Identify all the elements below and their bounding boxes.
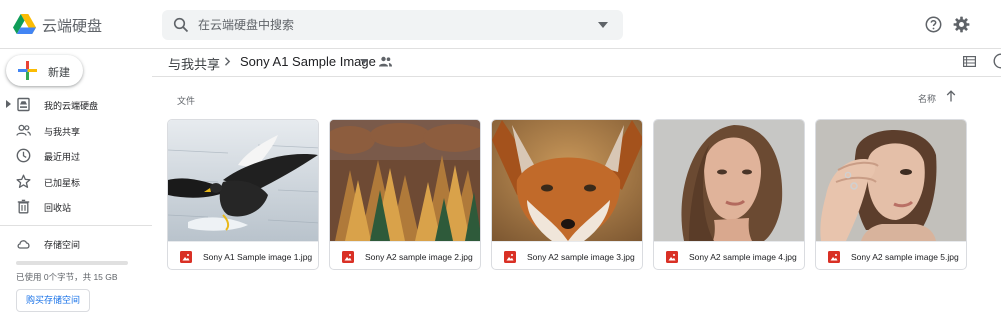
- new-button-label: 新建: [48, 67, 70, 79]
- image-file-icon: [342, 251, 354, 263]
- trash-icon: [17, 199, 30, 214]
- file-card[interactable]: Sony A2 sample image 5.jpg: [815, 119, 967, 270]
- image-file-icon: [666, 251, 678, 263]
- list-view-icon[interactable]: [963, 56, 976, 67]
- image-file-icon: [180, 251, 192, 263]
- new-button[interactable]: 新建: [6, 55, 83, 86]
- sidebar-item-trash[interactable]: 回收站: [0, 195, 150, 219]
- drive-app: 云端硬盘 在云端硬盘中搜索 新建 我的云端硬盘 与我共享 最近用过 已加星标 回…: [0, 0, 1001, 332]
- file-thumbnail-fox[interactable]: [492, 120, 642, 241]
- file-card-footer: Sony A2 sample image 4.jpg: [654, 241, 804, 269]
- sidebar-item-starred[interactable]: 已加星标: [0, 170, 150, 194]
- search-options-chevron-down-icon[interactable]: [598, 22, 608, 28]
- file-card[interactable]: Sony A2 sample image 4.jpg: [653, 119, 805, 270]
- file-name: Sony A2 sample image 2.jpg: [365, 252, 473, 262]
- file-name: Sony A2 sample image 5.jpg: [851, 252, 959, 262]
- file-thumbnail-eagle[interactable]: [168, 120, 318, 241]
- sidebar-item-shared-with-me[interactable]: 与我共享: [0, 119, 150, 143]
- sidebar-item-recent[interactable]: 最近用过: [0, 144, 150, 168]
- sidebar-item-label: 存储空间: [44, 240, 81, 250]
- breadcrumb-current[interactable]: Sony A1 Sample Image: [240, 54, 376, 69]
- files-section-label: 文件: [177, 96, 196, 106]
- buy-storage-button[interactable]: 购买存储空间: [16, 289, 90, 312]
- shared-with-me-icon: [16, 124, 31, 136]
- sidebar-item-my-drive[interactable]: 我的云端硬盘: [0, 93, 150, 117]
- search-bar[interactable]: [162, 10, 623, 40]
- search-icon[interactable]: [173, 17, 189, 33]
- storage-usage-text: 已使用 0个字节，共 15 GB: [16, 272, 118, 282]
- sidebar-item-storage[interactable]: 存储空间: [0, 232, 150, 256]
- file-thumbnail-portrait-hand[interactable]: [816, 120, 966, 241]
- sidebar-divider: [0, 225, 152, 226]
- my-drive-icon: [17, 97, 30, 112]
- sidebar-item-label: 我的云端硬盘: [44, 101, 99, 111]
- sidebar-item-label: 最近用过: [44, 152, 81, 162]
- file-card[interactable]: Sony A1 Sample image 1.jpg: [167, 119, 319, 270]
- breadcrumb-parent[interactable]: 与我共享: [168, 54, 220, 73]
- sidebar-item-label: 与我共享: [44, 127, 81, 137]
- file-card-footer: Sony A2 sample image 2.jpg: [330, 241, 480, 269]
- file-name: Sony A2 sample image 4.jpg: [689, 252, 797, 262]
- shared-folder-people-icon[interactable]: [379, 56, 392, 67]
- chevron-right-icon: [225, 57, 231, 66]
- drive-logo-icon[interactable]: [13, 14, 36, 35]
- sort-by-label[interactable]: 名称: [918, 92, 936, 105]
- sidebar-item-label: 回收站: [44, 203, 72, 213]
- sort-direction-arrow-up-icon[interactable]: [946, 90, 956, 102]
- image-file-icon: [504, 251, 516, 263]
- star-icon: [16, 174, 31, 188]
- search-input[interactable]: [198, 10, 578, 40]
- settings-gear-icon[interactable]: [953, 16, 970, 33]
- file-thumbnail-portrait-woman[interactable]: [654, 120, 804, 241]
- app-name: 云端硬盘: [42, 18, 103, 35]
- sidebar-item-label: 已加星标: [44, 178, 81, 188]
- clock-icon: [16, 148, 31, 163]
- main-header-divider: [152, 76, 1001, 77]
- plus-icon: [18, 61, 37, 80]
- storage-usage-bar: [16, 261, 128, 265]
- file-card[interactable]: Sony A2 sample image 2.jpg: [329, 119, 481, 270]
- cloud-icon: [17, 240, 30, 249]
- file-card[interactable]: Sony A2 sample image 3.jpg: [491, 119, 643, 270]
- file-name: Sony A2 sample image 3.jpg: [527, 252, 635, 262]
- file-thumbnail-autumn-forest[interactable]: [330, 120, 480, 241]
- help-icon[interactable]: [925, 16, 942, 33]
- folder-menu-chevron-down-icon[interactable]: [360, 59, 368, 64]
- file-card-footer: Sony A2 sample image 5.jpg: [816, 241, 966, 269]
- file-name: Sony A1 Sample image 1.jpg: [203, 252, 313, 262]
- file-card-footer: Sony A1 Sample image 1.jpg: [168, 241, 318, 269]
- info-icon[interactable]: [993, 53, 1001, 69]
- image-file-icon: [828, 251, 840, 263]
- top-header: 云端硬盘: [0, 0, 1001, 49]
- file-card-footer: Sony A2 sample image 3.jpg: [492, 241, 642, 269]
